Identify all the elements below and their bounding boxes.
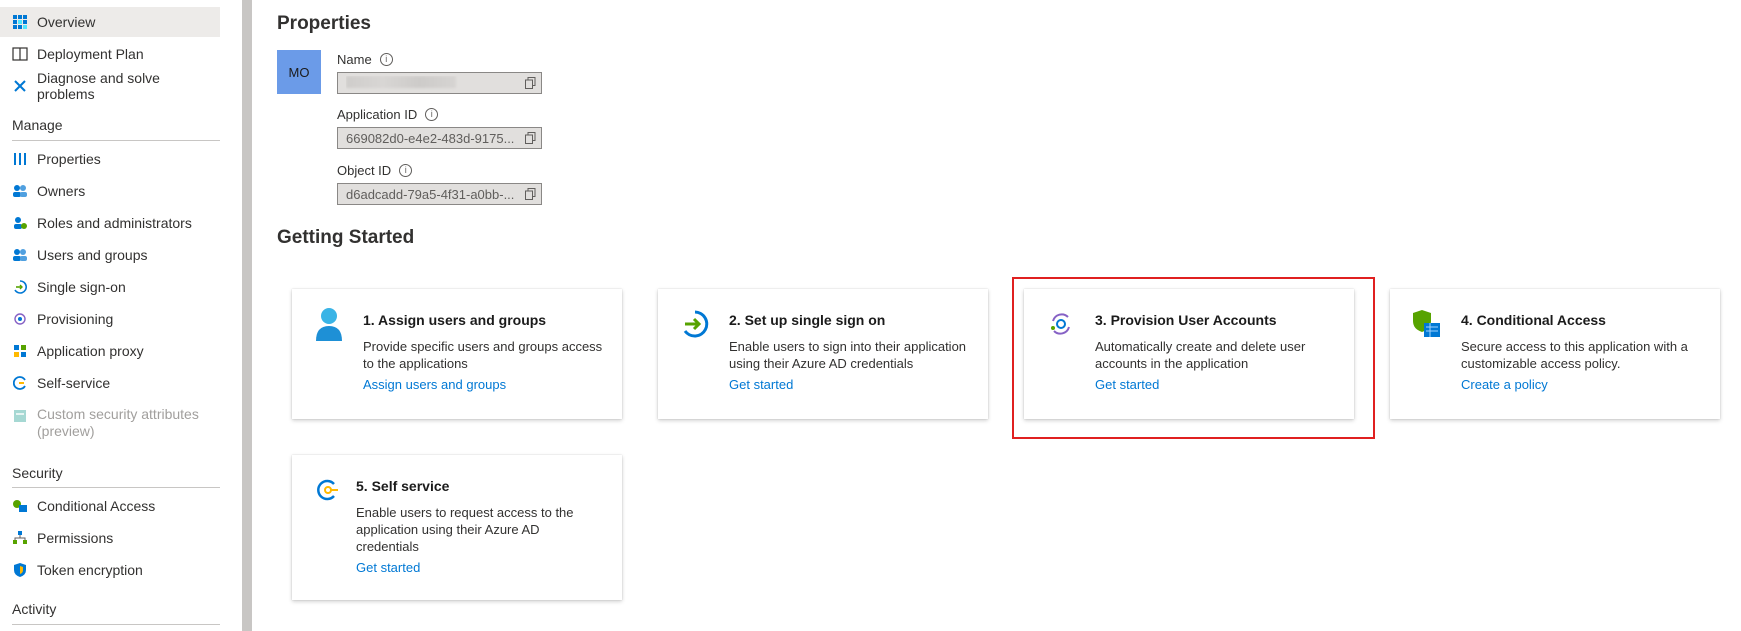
getting-started-heading: Getting Started — [277, 227, 415, 248]
sidebar-item-application-proxy[interactable]: Application proxy — [0, 336, 220, 366]
sidebar-item-label: Roles and administrators — [37, 215, 192, 231]
copy-icon[interactable] — [519, 128, 541, 148]
object-id-label: Object ID i — [337, 163, 413, 178]
card-title: 5. Self service — [356, 478, 450, 494]
single-sign-on-icon — [12, 279, 28, 295]
application-proxy-icon — [12, 343, 28, 359]
sidebar-item-label: Self-service — [37, 375, 111, 391]
card-conditional-access: 4. Conditional Access Secure access to t… — [1390, 289, 1720, 419]
redacted-value — [346, 75, 456, 88]
create-policy-link[interactable]: Create a policy — [1461, 377, 1548, 392]
sidebar-item-label: Overview — [37, 14, 96, 30]
sidebar-item-label: Custom security attributes (preview) — [37, 406, 199, 439]
self-service-icon — [310, 473, 344, 507]
sidebar-item-overview[interactable]: Overview — [0, 7, 220, 37]
sidebar-item-self-service[interactable]: Self-service — [0, 368, 220, 398]
sidebar-item-diagnose[interactable]: Diagnose and solve problems — [0, 70, 220, 102]
permissions-icon — [12, 530, 28, 546]
card-assign-users: 1. Assign users and groups Provide speci… — [292, 289, 622, 419]
card-description: Enable users to sign into their applicat… — [729, 339, 967, 371]
application-id-label-text: Application ID — [337, 107, 418, 122]
sidebar-item-label: Conditional Access — [37, 498, 156, 514]
copy-icon[interactable] — [519, 73, 541, 93]
info-icon[interactable]: i — [379, 53, 393, 66]
sidebar-item-label: Users and groups — [37, 247, 148, 263]
avatar: MO — [277, 50, 321, 94]
roles-icon — [12, 215, 28, 231]
section-divider — [12, 140, 220, 141]
card-title: 4. Conditional Access — [1461, 312, 1606, 328]
sidebar-item-label: Deployment Plan — [37, 46, 144, 62]
highlight-box — [1012, 277, 1375, 439]
object-id-field[interactable]: d6adcadd-79a5-4f31-a0bb-... — [337, 183, 542, 205]
name-value — [346, 75, 519, 91]
sidebar-scrollbar[interactable] — [242, 0, 252, 631]
sidebar-item-label: Application proxy — [37, 343, 144, 359]
info-icon[interactable]: i — [425, 108, 439, 121]
get-started-link[interactable]: Get started — [356, 560, 420, 575]
name-label-text: Name — [337, 52, 372, 67]
single-sign-on-icon — [678, 307, 712, 341]
section-title-activity: Activity — [12, 601, 57, 617]
sidebar-item-properties[interactable]: Properties — [0, 144, 220, 174]
sidebar-item-label: Permissions — [37, 530, 114, 546]
sidebar-item-label: Owners — [37, 183, 86, 199]
card-description: Provide specific users and groups access… — [363, 339, 603, 371]
user-icon — [312, 307, 346, 341]
sidebar-item-provisioning[interactable]: Provisioning — [0, 304, 220, 334]
application-id-label: Application ID i — [337, 107, 439, 122]
object-id-label-text: Object ID — [337, 163, 392, 178]
sidebar-item-owners[interactable]: Owners — [0, 176, 220, 206]
sidebar-item-roles[interactable]: Roles and administrators — [0, 208, 220, 238]
provisioning-icon — [12, 311, 28, 327]
sidebar-item-label: Diagnose and solve problems — [37, 70, 160, 102]
sidebar-item-deployment-plan[interactable]: Deployment Plan — [0, 39, 220, 69]
properties-bars-icon — [12, 151, 28, 167]
self-service-icon — [12, 375, 28, 391]
sidebar-item-label: Single sign-on — [37, 279, 126, 295]
section-divider — [12, 624, 220, 625]
section-title-manage: Manage — [12, 117, 63, 133]
card-self-service: 5. Self service Enable users to request … — [292, 455, 622, 600]
application-id-field[interactable]: 669082d0-e4e2-483d-9175... — [337, 127, 542, 149]
users-icon — [12, 247, 28, 263]
owners-icon — [12, 183, 28, 199]
wrench-icon — [12, 78, 28, 94]
name-field[interactable] — [337, 72, 542, 94]
sidebar-item-label: Properties — [37, 151, 101, 167]
card-single-sign-on: 2. Set up single sign on Enable users to… — [658, 289, 988, 419]
sidebar: Overview Deployment Plan Diagnose and so… — [0, 0, 220, 631]
sidebar-item-token-encryption[interactable]: Token encryption — [0, 555, 220, 585]
sidebar-item-users-groups[interactable]: Users and groups — [0, 240, 220, 270]
custom-attributes-icon — [12, 408, 28, 424]
book-icon — [12, 46, 28, 62]
name-label: Name i — [337, 52, 393, 67]
conditional-access-icon — [12, 498, 28, 514]
copy-icon[interactable] — [519, 184, 541, 204]
card-description: Enable users to request access to the ap… — [356, 505, 574, 554]
sidebar-item-conditional-access[interactable]: Conditional Access — [0, 491, 220, 521]
conditional-access-icon — [1410, 307, 1444, 341]
properties-heading: Properties — [277, 13, 371, 34]
card-title: 1. Assign users and groups — [363, 312, 547, 328]
section-title-security: Security — [12, 465, 63, 481]
sidebar-item-single-sign-on[interactable]: Single sign-on — [0, 272, 220, 302]
section-divider — [12, 487, 220, 488]
card-description: Secure access to this application with a… — [1461, 339, 1688, 371]
assign-users-link[interactable]: Assign users and groups — [363, 377, 506, 392]
shield-icon — [12, 562, 28, 578]
sidebar-item-custom-security-attributes[interactable]: Custom security attributes (preview) — [0, 406, 220, 446]
application-id-value: 669082d0-e4e2-483d-9175... — [346, 130, 515, 146]
card-title: 2. Set up single sign on — [729, 312, 886, 328]
sidebar-item-permissions[interactable]: Permissions — [0, 523, 220, 553]
get-started-link[interactable]: Get started — [729, 377, 793, 392]
object-id-value: d6adcadd-79a5-4f31-a0bb-... — [346, 186, 515, 202]
sidebar-item-label: Token encryption — [37, 562, 143, 578]
overview-grid-icon — [12, 14, 28, 30]
info-icon[interactable]: i — [399, 164, 413, 177]
sidebar-item-label: Provisioning — [37, 311, 114, 327]
